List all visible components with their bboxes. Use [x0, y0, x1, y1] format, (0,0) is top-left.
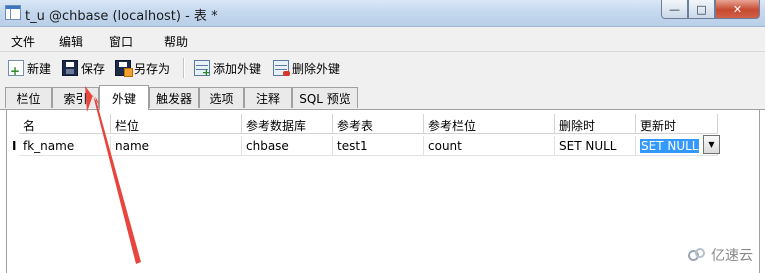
close-icon: ✕ — [732, 2, 743, 16]
on-update-select[interactable]: SET NULL ▼ — [636, 135, 720, 156]
tab-fields[interactable]: 栏位 — [5, 87, 52, 108]
save-as-label: 另存为 — [134, 61, 171, 76]
cell-name[interactable]: fk_name — [19, 136, 111, 156]
window-title: t_u @chbase (localhost) - 表 * — [25, 9, 218, 24]
column-header-field[interactable]: 栏位 — [111, 114, 242, 134]
tab-sql-preview[interactable]: SQL 预览 — [292, 87, 358, 108]
watermark-text: 亿速云 — [711, 248, 753, 264]
column-header-on-update[interactable]: 更新时 — [636, 114, 718, 134]
toolbar: 新建 保存 另存为 添加外键 删除外键 — [0, 52, 765, 84]
minimize-button[interactable]: — — [661, 0, 688, 19]
new-label: 新建 — [27, 61, 52, 76]
column-header-ref-database[interactable]: 参考数据库 — [242, 114, 333, 134]
column-header-on-delete[interactable]: 删除时 — [555, 114, 636, 134]
tab-options[interactable]: 选项 — [199, 87, 244, 108]
menu-bar: 文件 编辑 窗口 帮助 — [0, 27, 765, 52]
save-as-button[interactable]: 另存为 — [115, 59, 170, 77]
tab-triggers[interactable]: 触发器 — [149, 87, 199, 108]
cell-ref-field[interactable]: count — [424, 136, 555, 156]
menu-window[interactable]: 窗口 — [109, 33, 133, 50]
table-row[interactable]: fk_name name chbase test1 count SET NULL… — [7, 135, 759, 156]
column-header-name[interactable]: 名 — [19, 114, 111, 134]
close-button[interactable]: ✕ — [715, 0, 760, 19]
delete-foreign-key-button[interactable]: 删除外键 — [273, 59, 340, 77]
on-update-dropdown-button[interactable]: ▼ — [703, 135, 720, 154]
new-button[interactable]: 新建 — [8, 59, 52, 78]
column-header-ref-table[interactable]: 参考表 — [333, 114, 424, 134]
cell-field[interactable]: name — [111, 136, 242, 156]
cell-ref-table[interactable]: test1 — [333, 136, 424, 156]
title-bar: t_u @chbase (localhost) - 表 * — □ ✕ — [0, 0, 765, 27]
save-icon — [62, 60, 78, 76]
maximize-icon: □ — [696, 2, 707, 16]
maximize-button[interactable]: □ — [688, 0, 715, 19]
menu-help[interactable]: 帮助 — [164, 33, 188, 50]
save-label: 保存 — [81, 61, 106, 76]
cell-ref-database[interactable]: chbase — [242, 136, 333, 156]
chevron-down-icon: ▼ — [708, 140, 715, 149]
delete-foreign-key-icon — [273, 60, 290, 76]
save-button[interactable]: 保存 — [62, 59, 105, 77]
tab-bar: 栏位 索引 外键 触发器 选项 注释 SQL 预览 — [0, 84, 765, 110]
foreign-key-grid: 名 栏位 参考数据库 参考表 参考栏位 删除时 更新时 I fk_name na… — [6, 110, 760, 273]
watermark-logo-icon — [688, 248, 706, 262]
add-foreign-key-icon — [194, 60, 211, 79]
tab-foreign-keys[interactable]: 外键 — [99, 85, 149, 110]
add-foreign-key-button[interactable]: 添加外键 — [194, 59, 262, 79]
add-foreign-key-label: 添加外键 — [213, 61, 262, 76]
grid-header: 名 栏位 参考数据库 参考表 参考栏位 删除时 更新时 — [7, 114, 759, 134]
window-controls: — □ ✕ — [661, 0, 760, 19]
delete-foreign-key-label: 删除外键 — [292, 61, 341, 76]
menu-file[interactable]: 文件 — [11, 33, 35, 50]
toolbar-separator — [183, 58, 185, 78]
save-as-icon — [115, 60, 133, 77]
table-icon — [5, 5, 21, 20]
on-update-selected-value: SET NULL — [640, 139, 700, 153]
menu-edit[interactable]: 编辑 — [59, 33, 83, 50]
tab-indexes[interactable]: 索引 — [52, 87, 99, 108]
tab-comment[interactable]: 注释 — [244, 87, 292, 108]
column-header-ref-field[interactable]: 参考栏位 — [424, 114, 555, 134]
cell-on-delete[interactable]: SET NULL — [555, 136, 636, 156]
watermark: 亿速云 — [688, 245, 753, 265]
new-icon — [8, 60, 24, 78]
minimize-icon: — — [669, 2, 680, 16]
